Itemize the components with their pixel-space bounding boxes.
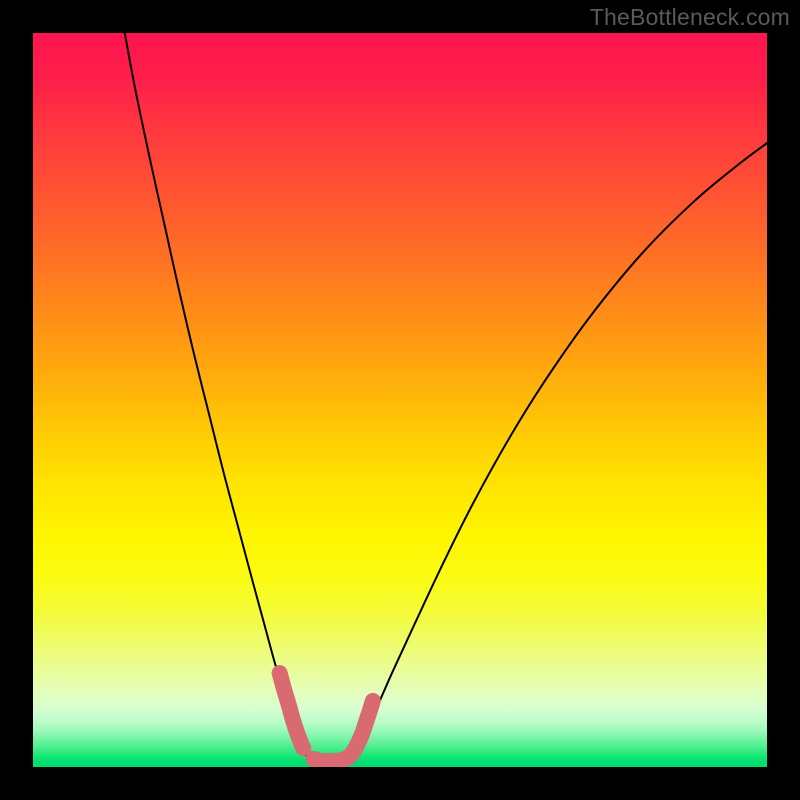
marker-segment: [313, 701, 372, 761]
marker-segment: [280, 673, 303, 748]
chart-frame: TheBottleneck.com: [0, 0, 800, 800]
watermark-text: TheBottleneck.com: [590, 4, 790, 31]
bottleneck-curves: [125, 33, 767, 764]
bottleneck-curve: [125, 33, 767, 764]
curve-layer: [33, 33, 767, 767]
plot-area: [33, 33, 767, 767]
pink-markers: [280, 673, 373, 761]
